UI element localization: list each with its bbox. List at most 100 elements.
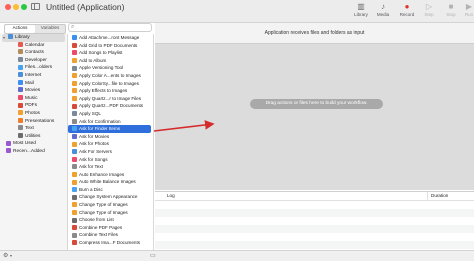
library-item-music[interactable]: Music <box>0 94 67 103</box>
utilities-icon <box>18 132 23 138</box>
action-icon <box>72 35 77 41</box>
action-item[interactable]: Add to Album <box>68 57 153 65</box>
toolbar-library-button[interactable]: ▥ Library <box>350 2 372 17</box>
action-item[interactable]: Ask for Confirmation <box>68 118 153 126</box>
log-row <box>155 225 474 233</box>
action-item[interactable]: Apply Quartz...r to Image Files <box>68 95 153 103</box>
sidebar-toggle-icon[interactable] <box>31 3 40 10</box>
action-label: Ask for Photos <box>79 141 109 147</box>
action-item[interactable]: Apply Quartz...PDF Documents <box>68 102 153 110</box>
action-item[interactable]: Ask for Songs <box>68 156 153 164</box>
library-item-files-olders[interactable]: Files...olders <box>0 64 67 72</box>
tab-variables[interactable]: Variables <box>35 25 65 33</box>
action-icon <box>72 149 77 155</box>
action-label: Ask for Finder Items <box>79 126 121 132</box>
action-item[interactable]: Auto Enhance Images <box>68 171 153 179</box>
library-item-pdfs[interactable]: PDFs <box>0 102 67 110</box>
action-icon <box>72 96 77 102</box>
duration-column-header[interactable]: Duration <box>427 192 448 200</box>
library-item-label: Mail <box>25 80 34 86</box>
toolbar-record-button[interactable]: ● Record <box>396 2 418 17</box>
action-item[interactable]: Compress Ima...F Documents <box>68 239 153 247</box>
action-item[interactable]: Combine PDF Pages <box>68 224 153 232</box>
library-item-utilities[interactable]: Utilities <box>0 132 67 141</box>
action-icon <box>72 65 77 71</box>
step-icon: ▷ <box>425 2 433 11</box>
library-tabs: Actions Variables <box>4 24 66 34</box>
action-item[interactable]: Combine Text Files <box>68 231 153 239</box>
action-label: Apply Color A...ents to Images <box>79 72 141 78</box>
library-root-item[interactable]: ▾ Library <box>2 34 65 42</box>
action-item[interactable]: Change System Appearance <box>68 193 153 201</box>
log-pane: Log Duration <box>155 191 474 251</box>
disclosure-triangle-icon[interactable]: ▾ <box>3 34 5 42</box>
toolbar-media-button[interactable]: ♪ Media <box>372 2 394 17</box>
log-column-header[interactable]: Log <box>167 192 175 200</box>
action-item[interactable]: Ask for Text <box>68 163 153 171</box>
automator-window: Untitled (Application) ▥ Library ♪ Media ● Re… <box>0 0 474 261</box>
action-item[interactable]: Auto White Balance Images <box>68 178 153 186</box>
toolbar-step-button[interactable]: ▷ Step <box>418 2 440 17</box>
library-item-calendar[interactable]: Calendar <box>0 41 67 50</box>
action-icon <box>72 187 77 193</box>
action-item[interactable]: Choose from List <box>68 216 153 224</box>
action-icon <box>72 225 77 231</box>
close-window-button[interactable] <box>5 4 11 10</box>
action-item[interactable]: Ask For Servers <box>68 148 153 156</box>
action-label: Ask for Movies <box>79 133 110 139</box>
minimize-window-button[interactable] <box>13 4 19 10</box>
action-icon <box>72 240 77 246</box>
library-item-contacts[interactable]: Contacts <box>0 49 67 57</box>
library-item-movies[interactable]: Movies <box>0 87 67 95</box>
log-row <box>155 241 474 249</box>
library-item-label: Developer <box>25 57 47 63</box>
library-item-internet[interactable]: Internet <box>0 72 67 80</box>
library-item-mail[interactable]: Mail <box>0 79 67 88</box>
action-item[interactable]: Apply Effects to Images <box>68 87 153 95</box>
action-label: Add Grid to PDF Documents <box>79 42 138 48</box>
action-item[interactable]: Apple Versioning Tool <box>68 64 153 72</box>
action-icon <box>72 202 77 208</box>
pdfs-icon <box>18 102 23 108</box>
gear-icon[interactable]: ⚙ <box>3 252 8 259</box>
action-item[interactable]: Apply Color A...ents to Images <box>68 72 153 80</box>
chevron-down-icon[interactable]: ▾ <box>10 253 12 258</box>
action-icon <box>72 111 77 117</box>
toolbar-run-button[interactable]: ▶ Run <box>458 2 474 17</box>
presentations-icon <box>18 117 23 123</box>
zoom-window-button[interactable] <box>21 4 27 10</box>
actions-list-pane: Add Attachme...ront Message Add Grid to P… <box>68 34 154 250</box>
action-item[interactable]: Ask for Finder Items <box>68 125 151 133</box>
action-icon <box>72 118 77 124</box>
action-item[interactable]: Change Type of Images <box>68 201 153 209</box>
action-label: Burn a Disc <box>79 186 103 192</box>
action-item[interactable]: Add Songs to Playlist <box>68 49 153 57</box>
library-item-most-used[interactable]: Most Used <box>0 140 67 148</box>
action-icon <box>72 88 77 94</box>
library-item-photos[interactable]: Photos <box>0 110 67 118</box>
library-item-developer[interactable]: Developer <box>0 57 67 65</box>
show-description-icon[interactable]: ▭ <box>150 252 156 259</box>
library-item-recen-added[interactable]: Recen...Added <box>0 148 67 156</box>
photos-icon <box>18 110 23 116</box>
tab-actions[interactable]: Actions <box>5 25 35 33</box>
library-item-presentations[interactable]: Presentations <box>0 117 67 126</box>
action-item[interactable]: Ask for Photos <box>68 140 153 148</box>
toolbar-button-label: Library <box>354 12 368 17</box>
action-item[interactable]: Burn a Disc <box>68 186 153 194</box>
toolbar-button-label: Run <box>464 12 474 17</box>
action-item[interactable]: Add Grid to PDF Documents <box>68 42 153 50</box>
action-label: Change Type of Images <box>79 209 128 215</box>
action-item[interactable]: Apply SQL <box>68 110 153 118</box>
action-item[interactable]: Change Type of Images <box>68 209 153 217</box>
workflow-area[interactable]: Application receives files and folders a… <box>155 23 474 190</box>
action-item[interactable]: Apply ColorSy...file to Images <box>68 80 153 88</box>
workflow-input-header: Application receives files and folders a… <box>155 23 474 44</box>
search-input[interactable]: ⌕ <box>68 23 152 32</box>
action-label: Ask for Confirmation <box>79 118 121 124</box>
library-item-label: Recen...Added <box>13 148 45 154</box>
action-item[interactable]: Ask for Movies <box>68 133 153 141</box>
library-item-text[interactable]: Text <box>0 125 67 133</box>
action-label: Choose from List <box>79 217 114 223</box>
action-item[interactable]: Add Attachme...ront Message <box>68 34 153 42</box>
